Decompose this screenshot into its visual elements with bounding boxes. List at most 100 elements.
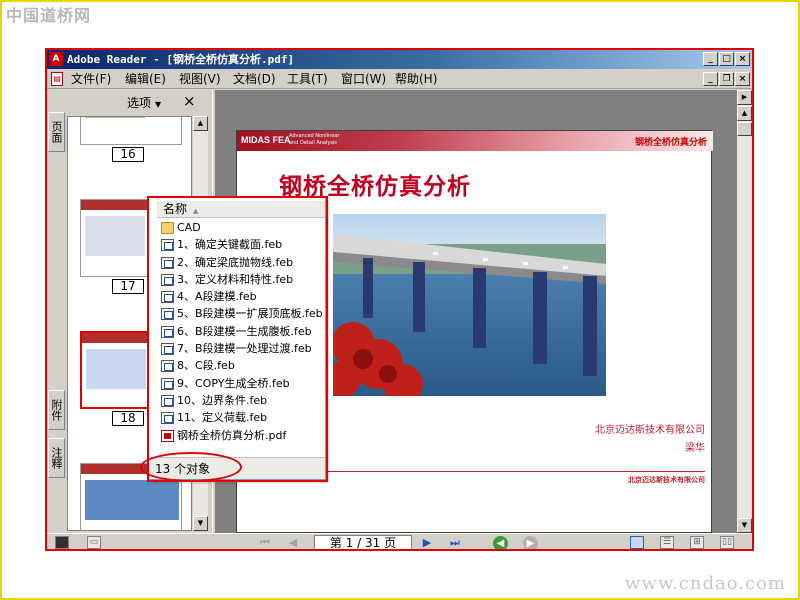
brand-subtitle: Advanced Nonlinear and Detail Analysis [289, 133, 340, 146]
attachment-item[interactable]: 9、COPY生成全桥.feb [159, 375, 325, 392]
menu-edit[interactable]: 编辑(E) [125, 69, 166, 89]
close-button[interactable]: × [735, 52, 750, 66]
bridge-photo [333, 214, 606, 396]
attachment-name: 1、确定关键截面.feb [177, 238, 283, 252]
menu-document[interactable]: 文档(D) [233, 69, 276, 89]
doc-restore-button[interactable]: ❐ [719, 72, 734, 86]
feb-file-icon [161, 273, 174, 286]
document-controls: _ ❐ × [703, 72, 750, 86]
status-bar: ▭ ⏮ ◀ 第 1 / 31 页 ▶ ⏭ ◀ ▶ ☰ ⊞ ▯▯ [47, 533, 752, 549]
attachment-item[interactable]: 7、B段建模一处理过渡.feb [159, 340, 325, 357]
scroll-down-button[interactable]: ▼ [193, 516, 208, 531]
attachment-name: 钢桥全桥仿真分析.pdf [177, 428, 287, 442]
menu-file[interactable]: 文件(F) [71, 69, 111, 89]
page-number-label: 17 [112, 279, 144, 294]
menu-help[interactable]: 帮助(H) [395, 69, 437, 89]
tab-attachments[interactable]: 附件 [48, 390, 65, 430]
continuous-facing-icon[interactable]: ⊞ [690, 536, 704, 549]
menu-tools[interactable]: 工具(T) [287, 69, 328, 89]
site-logo: 中国道桥网 [6, 6, 92, 25]
attachment-name: 4、A段建模.feb [177, 290, 257, 304]
thumbnail-page-16[interactable] [80, 117, 182, 145]
previous-page-button[interactable]: ◀ [285, 536, 301, 549]
name-header-label: 名称 [163, 202, 188, 216]
window-title: Adobe Reader - [钢桥全桥仿真分析.pdf] [67, 53, 295, 66]
window-controls: _ □ × [703, 52, 750, 66]
single-page-icon[interactable] [630, 536, 644, 549]
minimize-button[interactable]: _ [703, 52, 718, 66]
thumbnail-graphic [86, 349, 146, 389]
attachment-item[interactable]: 8、C段.feb [159, 357, 325, 374]
tab-comments[interactable]: 注释 [48, 438, 65, 478]
attachment-name: 9、COPY生成全桥.feb [177, 376, 290, 390]
feb-file-icon [161, 291, 174, 304]
go-back-button[interactable]: ◀ [493, 536, 508, 549]
pdf-file-icon [161, 429, 174, 442]
doc-close-button[interactable]: × [735, 72, 750, 86]
page-indicator[interactable]: 第 1 / 31 页 [314, 535, 412, 549]
attachment-list: CAD 1、确定关键截面.feb 2、确定梁底抛物线.feb 3、定义材料和特性… [159, 219, 325, 444]
panel-toggle-icon[interactable] [55, 536, 69, 549]
attachment-item[interactable]: 10、边界条件.feb [159, 392, 325, 409]
thumbnail-graphic [85, 480, 179, 520]
company-name: 北京迈达斯技术有限公司 [595, 425, 705, 436]
page-icon[interactable]: ▭ [87, 536, 101, 549]
attachment-item[interactable]: 1、确定关键截面.feb [159, 236, 325, 253]
page-number-label: 16 [112, 147, 144, 162]
options-label: 选项 [127, 96, 152, 110]
panel-close-button[interactable]: × [183, 92, 196, 110]
first-page-button[interactable]: ⏮ [257, 536, 273, 549]
menu-window[interactable]: 窗口(W) [341, 69, 386, 89]
split-arrow-icon[interactable]: ▶ [737, 90, 752, 105]
feb-file-icon [161, 239, 174, 252]
maximize-button[interactable]: □ [719, 52, 734, 66]
page-header-band: MIDAS FEA Advanced Nonlinear and Detail … [237, 131, 713, 151]
feb-file-icon [161, 360, 174, 373]
attachment-item[interactable]: 2、确定梁底抛物线.feb [159, 254, 325, 271]
attachment-item[interactable]: 5、B段建模一扩展顶底板.feb [159, 305, 325, 322]
scroll-up-button[interactable]: ▲ [193, 116, 208, 131]
menu-bar: ▤ 文件(F) 编辑(E) 视图(V) 文档(D) 工具(T) 窗口(W) 帮助… [47, 69, 752, 89]
attachment-name: 8、C段.feb [177, 359, 235, 373]
options-menu[interactable]: 选项 ▼ [127, 94, 161, 111]
doc-minimize-button[interactable]: _ [703, 72, 718, 86]
attachment-item[interactable]: 钢桥全桥仿真分析.pdf [159, 427, 325, 444]
go-forward-button[interactable]: ▶ [523, 536, 538, 549]
scroll-up-button[interactable]: ▲ [737, 106, 752, 121]
object-count-highlight [140, 452, 242, 482]
attachment-name: 3、定义材料和特性.feb [177, 272, 294, 286]
menu-view[interactable]: 视图(V) [179, 69, 221, 89]
feb-file-icon [161, 308, 174, 321]
adobe-reader-icon[interactable]: A [49, 52, 63, 66]
page-footer: 北京迈达斯技术有限公司 [628, 476, 705, 484]
document-scrollbar[interactable]: ▶ ▲ ▼ [737, 90, 752, 533]
attachment-item[interactable]: CAD [159, 219, 325, 236]
attachment-item[interactable]: 6、B段建模一生成腹板.feb [159, 323, 325, 340]
site-url: www.cndao.com [625, 573, 786, 594]
feb-file-icon [161, 325, 174, 338]
attachment-item[interactable]: 11、定义荷载.feb [159, 409, 325, 426]
continuous-icon[interactable]: ☰ [660, 536, 674, 549]
thumbnail-graphic [85, 117, 145, 118]
attachment-item[interactable]: 4、A段建模.feb [159, 288, 325, 305]
attachment-item[interactable]: 3、定义材料和特性.feb [159, 271, 325, 288]
facing-icon[interactable]: ▯▯ [720, 536, 734, 549]
page-number-label: 18 [112, 411, 144, 426]
last-page-button[interactable]: ⏭ [447, 536, 463, 549]
page-title: 钢桥全桥仿真分析 [279, 174, 471, 200]
attachment-name: 5、B段建模一扩展顶底板.feb [177, 307, 323, 321]
sort-ascending-icon: ▲ [193, 207, 199, 215]
scroll-down-button[interactable]: ▼ [737, 518, 752, 533]
attachment-name: 2、确定梁底抛物线.feb [177, 255, 294, 269]
brand-logo: MIDAS FEA [241, 135, 291, 145]
tab-pages[interactable]: 页面 [48, 112, 65, 152]
attachments-popup: 名称 ▲ CAD 1、确定关键截面.feb 2、确定梁底抛物线.feb 3、定义材… [148, 197, 326, 480]
name-column-header[interactable]: 名称 ▲ [157, 201, 325, 218]
chevron-down-icon: ▼ [155, 100, 162, 109]
next-page-button[interactable]: ▶ [419, 536, 435, 549]
attachment-name: 7、B段建模一处理过渡.feb [177, 342, 312, 356]
pdf-doc-icon[interactable]: ▤ [51, 72, 63, 86]
scroll-thumb[interactable] [737, 122, 752, 136]
bridge-photo-graphic [333, 214, 606, 396]
feb-file-icon [161, 343, 174, 356]
